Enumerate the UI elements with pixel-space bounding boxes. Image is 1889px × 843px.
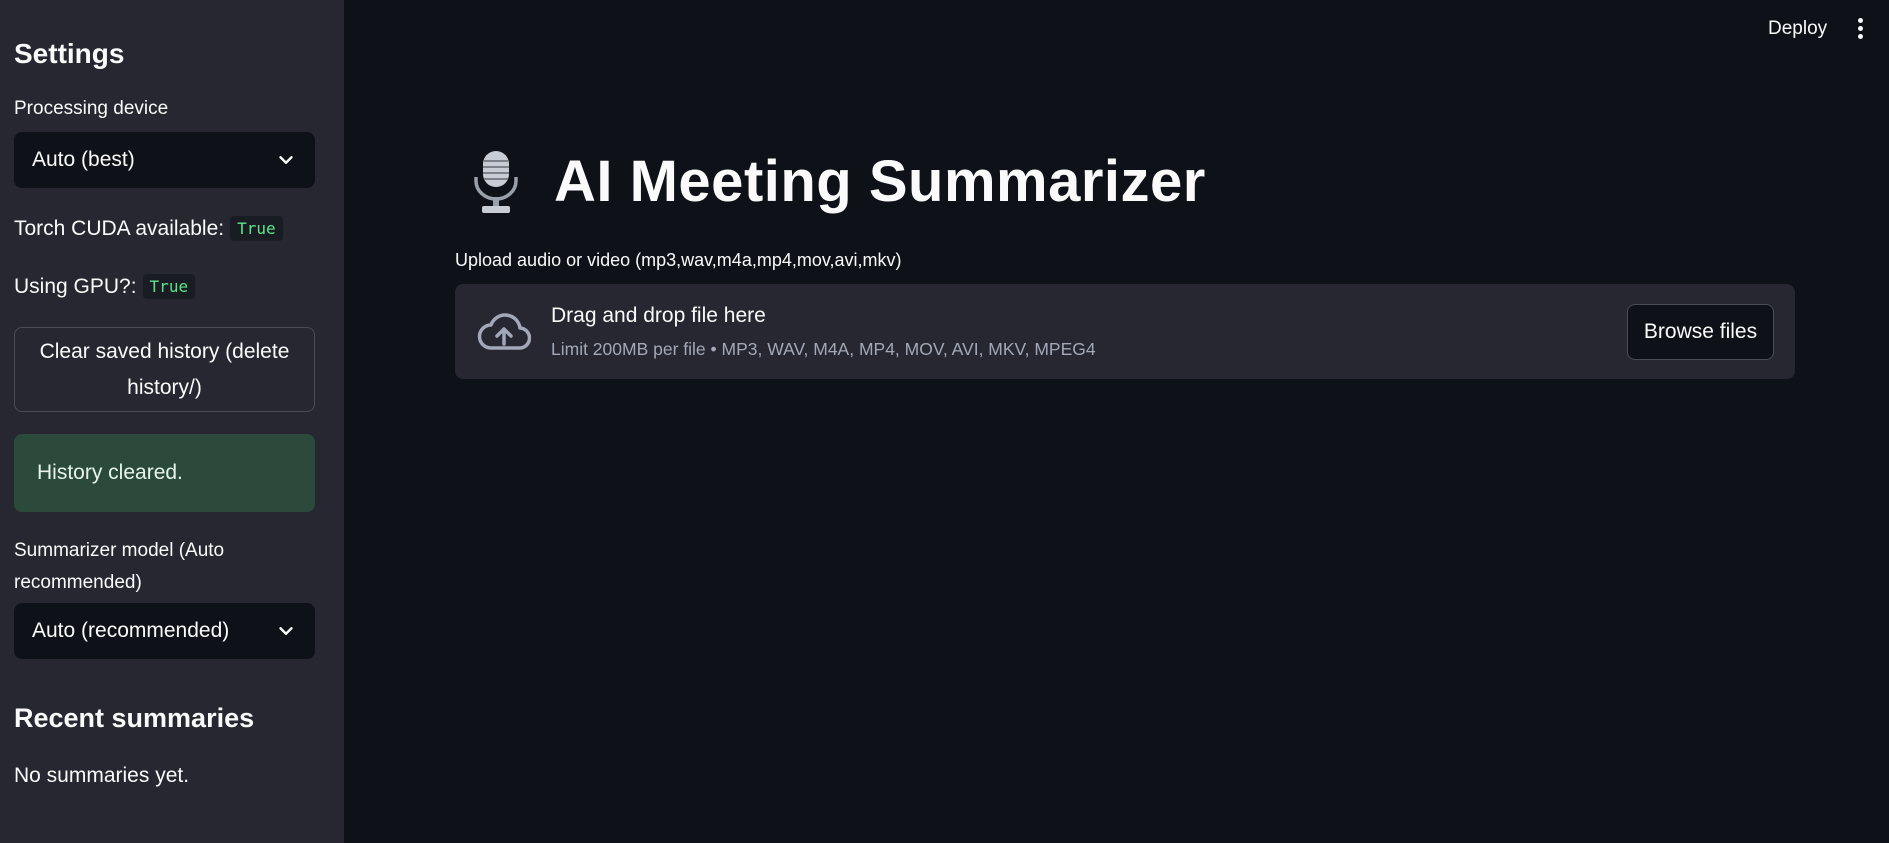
gpu-status: Using GPU?: True bbox=[14, 274, 196, 299]
cuda-value: True bbox=[230, 216, 283, 241]
model-select-value: Auto (recommended) bbox=[32, 619, 230, 642]
microphone-icon bbox=[474, 150, 518, 213]
cuda-status: Torch CUDA available: True bbox=[14, 216, 283, 241]
sidebar-title: Settings bbox=[14, 38, 125, 69]
recent-summaries-empty: No summaries yet. bbox=[14, 764, 190, 787]
recent-summaries-title: Recent summaries bbox=[14, 703, 255, 733]
chevron-down-icon bbox=[279, 156, 293, 164]
device-select[interactable]: Auto (best) bbox=[14, 132, 315, 188]
cuda-label: Torch CUDA available: bbox=[14, 216, 225, 240]
device-select-value: Auto (best) bbox=[32, 148, 135, 171]
device-label: Processing device bbox=[14, 98, 169, 119]
gpu-value: True bbox=[142, 274, 196, 299]
alert-text: History cleared. bbox=[37, 461, 183, 484]
sidebar: Settings Processing device Auto (best) T… bbox=[0, 0, 344, 843]
model-label: Summarizer model (Auto recommended) bbox=[14, 540, 225, 593]
app-root: Settings Processing device Auto (best) T… bbox=[0, 0, 1889, 843]
deploy-button[interactable]: Deploy bbox=[1768, 18, 1827, 40]
chevron-down-icon bbox=[279, 627, 293, 635]
page-header: AI Meeting Summarizer bbox=[470, 148, 1206, 215]
success-alert: History cleared. bbox=[14, 434, 315, 512]
kebab-menu-icon[interactable] bbox=[1855, 18, 1865, 40]
cloud-upload-icon bbox=[477, 313, 531, 350]
upload-label: Upload audio or video (mp3,wav,m4a,mp4,m… bbox=[455, 250, 902, 270]
page-title: AI Meeting Summarizer bbox=[554, 149, 1206, 214]
browse-files-button[interactable]: Browse files bbox=[1627, 304, 1774, 360]
clear-history-button[interactable]: Clear saved history (delete history/) bbox=[14, 327, 315, 412]
dropzone-subtitle: Limit 200MB per file • MP3, WAV, M4A, MP… bbox=[551, 339, 1096, 359]
model-select[interactable]: Auto (recommended) bbox=[14, 603, 315, 659]
dropzone-title: Drag and drop file here bbox=[551, 304, 766, 327]
file-dropzone[interactable]: Drag and drop file here Limit 200MB per … bbox=[455, 284, 1795, 379]
gpu-label: Using GPU?: bbox=[14, 274, 137, 298]
